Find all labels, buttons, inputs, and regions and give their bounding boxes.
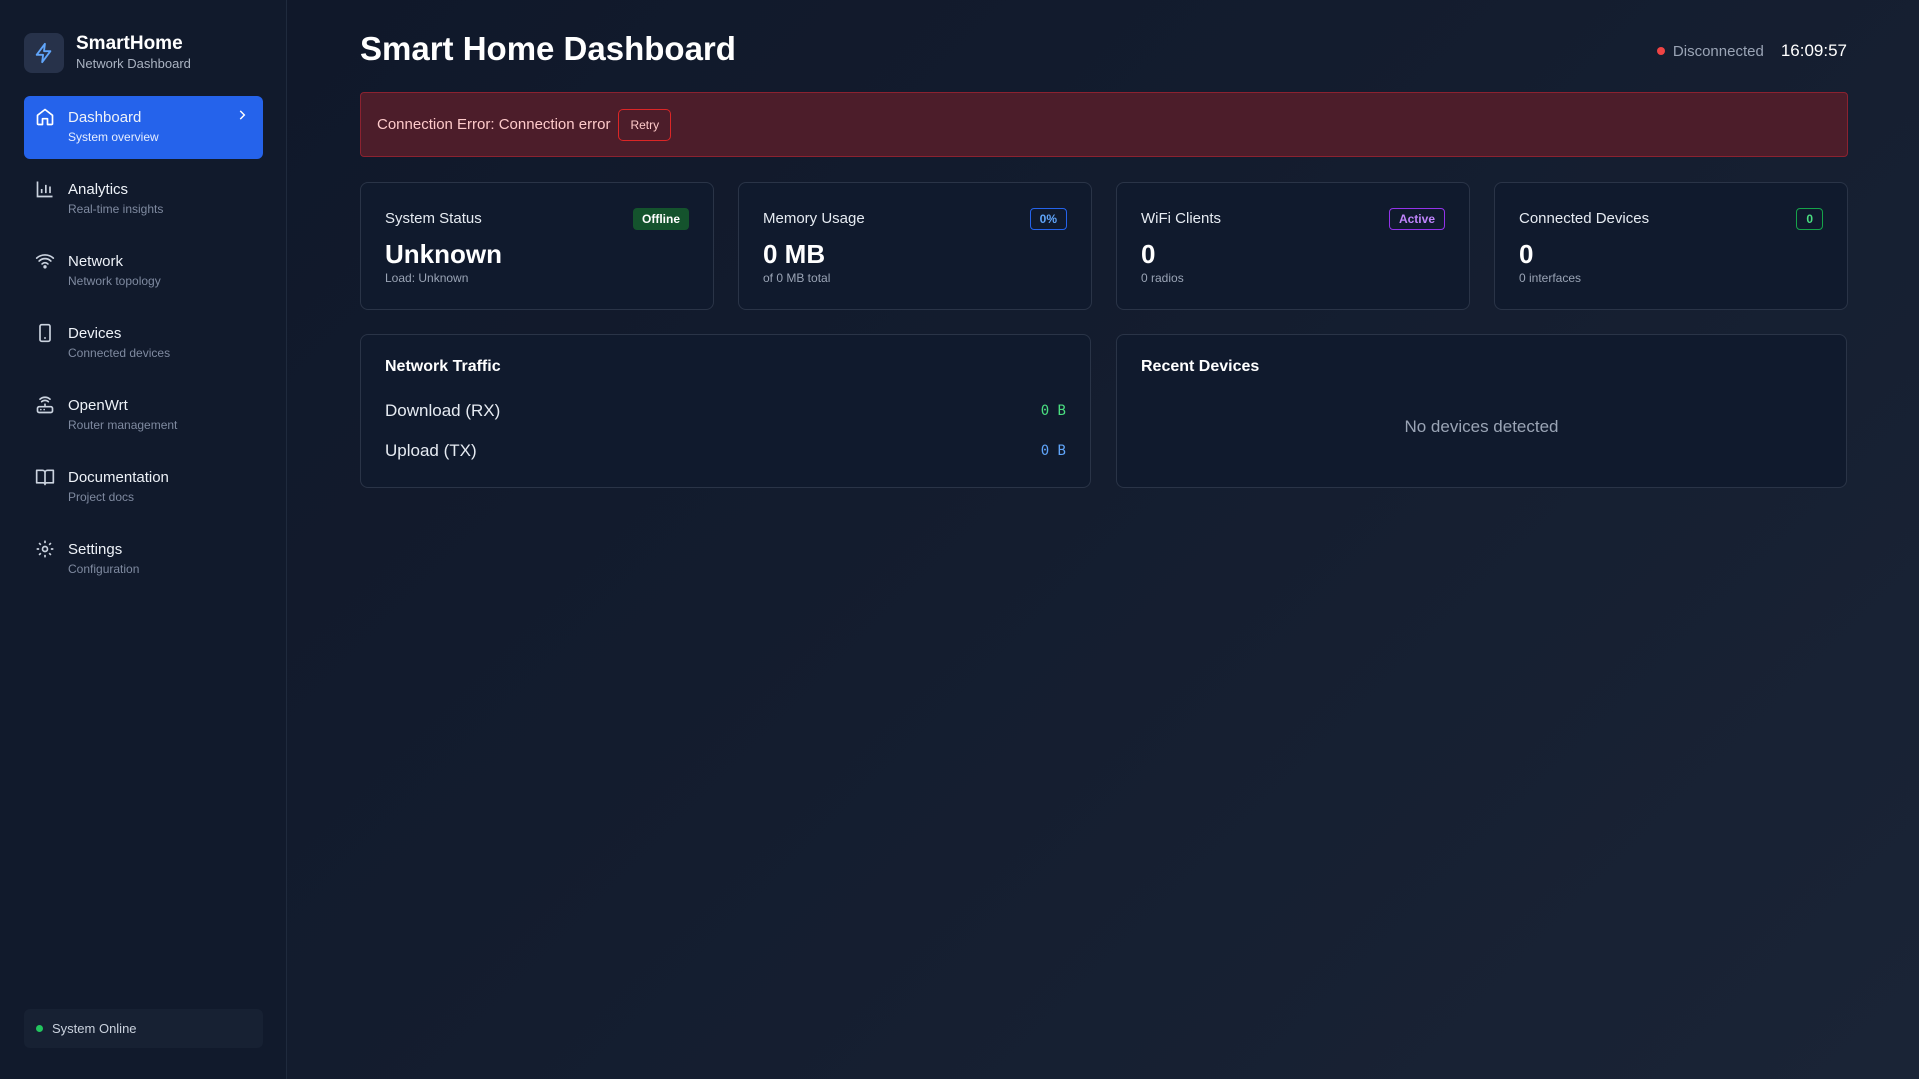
sidebar-item-documentation[interactable]: Documentation Project docs <box>24 456 263 519</box>
error-banner: Connection Error: Connection error Retry <box>360 92 1848 157</box>
download-value: 0 B <box>1040 403 1066 419</box>
sidebar-item-openwrt[interactable]: OpenWrt Router management <box>24 384 263 447</box>
system-online-label: System Online <box>52 1021 137 1036</box>
chevron-right-icon <box>235 108 249 122</box>
card-subtext: 0 interfaces <box>1519 271 1582 285</box>
card-value: 0 <box>1519 239 1534 269</box>
card-title: WiFi Clients <box>1141 210 1222 227</box>
sidebar-item-analytics[interactable]: Analytics Real-time insights <box>24 168 263 231</box>
network-traffic-panel: Network Traffic Download (RX) 0 B Upload… <box>360 334 1091 488</box>
count-badge: 0 <box>1796 208 1823 230</box>
retry-button[interactable]: Retry <box>618 108 672 141</box>
sidebar-item-label: Documentation <box>68 469 169 486</box>
sidebar-item-sub: Router management <box>68 418 178 432</box>
upload-row: Upload (TX) 0 B <box>385 441 1066 461</box>
wifi-icon <box>35 251 55 271</box>
smartphone-icon <box>35 323 55 343</box>
page-title: Smart Home Dashboard <box>360 30 736 67</box>
download-label: Download (RX) <box>385 401 501 420</box>
card-value: 0 MB <box>763 239 826 269</box>
card-title: Connected Devices <box>1519 210 1650 227</box>
system-online-status: System Online <box>24 1009 263 1048</box>
active-badge: Active <box>1388 208 1445 230</box>
download-row: Download (RX) 0 B <box>385 401 1066 421</box>
sidebar-item-sub: Connected devices <box>68 346 171 360</box>
brand[interactable]: SmartHome Network Dashboard <box>24 33 191 73</box>
sidebar-item-sub: System overview <box>68 130 159 144</box>
sidebar-item-network[interactable]: Network Network topology <box>24 240 263 303</box>
bar-chart-icon <box>35 179 55 199</box>
sidebar-item-label: Analytics <box>68 181 129 198</box>
sidebar-item-label: Settings <box>68 541 123 558</box>
brand-name: SmartHome <box>76 33 183 54</box>
lightning-bolt-icon <box>24 33 64 73</box>
gear-icon <box>35 539 55 559</box>
error-message: Connection Error: Connection error <box>377 116 611 133</box>
home-icon <box>35 107 55 127</box>
wifi-clients-card: WiFi Clients Active 0 0 radios <box>1116 182 1470 310</box>
router-icon <box>35 395 55 415</box>
card-subtext: of 0 MB total <box>763 271 831 285</box>
upload-value: 0 B <box>1040 443 1066 459</box>
sidebar: SmartHome Network Dashboard Dashboard Sy… <box>0 0 287 1079</box>
book-icon <box>35 467 55 487</box>
panel-title: Recent Devices <box>1141 358 1260 375</box>
recent-devices-panel: Recent Devices No devices detected <box>1116 334 1847 488</box>
brand-subtitle: Network Dashboard <box>76 56 191 71</box>
sidebar-item-devices[interactable]: Devices Connected devices <box>24 312 263 375</box>
sidebar-item-sub: Project docs <box>68 490 135 504</box>
sidebar-item-label: Dashboard <box>68 109 142 126</box>
sidebar-item-sub: Configuration <box>68 562 140 576</box>
upload-label: Upload (TX) <box>385 441 477 460</box>
card-value: Unknown <box>385 239 502 269</box>
status-dot <box>1656 47 1665 55</box>
connection-status-label: Disconnected <box>1672 42 1764 60</box>
percent-badge: 0% <box>1029 208 1067 230</box>
sidebar-item-settings[interactable]: Settings Configuration <box>24 528 263 591</box>
sidebar-item-label: Devices <box>68 325 122 342</box>
sidebar-item-sub: Network topology <box>68 274 161 288</box>
sidebar-item-label: Network <box>68 253 124 270</box>
status-badge: Offline <box>633 208 689 230</box>
sidebar-item-sub: Real-time insights <box>68 202 164 216</box>
status-dot <box>36 1025 43 1032</box>
card-subtext: Load: Unknown <box>385 271 469 285</box>
clock: 16:09:57 <box>1780 41 1847 60</box>
sidebar-item-dashboard[interactable]: Dashboard System overview <box>24 96 263 159</box>
memory-usage-card: Memory Usage 0% 0 MB of 0 MB total <box>738 182 1092 310</box>
sidebar-nav: Dashboard System overview Analytics Real… <box>24 96 263 600</box>
card-title: Memory Usage <box>763 210 865 227</box>
connection-status: Disconnected 16:09:57 <box>1656 41 1847 61</box>
system-status-card: System Status Offline Unknown Load: Unkn… <box>360 182 714 310</box>
card-value: 0 <box>1141 239 1156 269</box>
sidebar-item-label: OpenWrt <box>68 397 128 414</box>
panel-title: Network Traffic <box>385 358 501 375</box>
card-title: System Status <box>385 210 482 227</box>
card-subtext: 0 radios <box>1141 271 1184 285</box>
empty-state-message: No devices detected <box>1404 417 1559 436</box>
connected-devices-card: Connected Devices 0 0 0 interfaces <box>1494 182 1848 310</box>
